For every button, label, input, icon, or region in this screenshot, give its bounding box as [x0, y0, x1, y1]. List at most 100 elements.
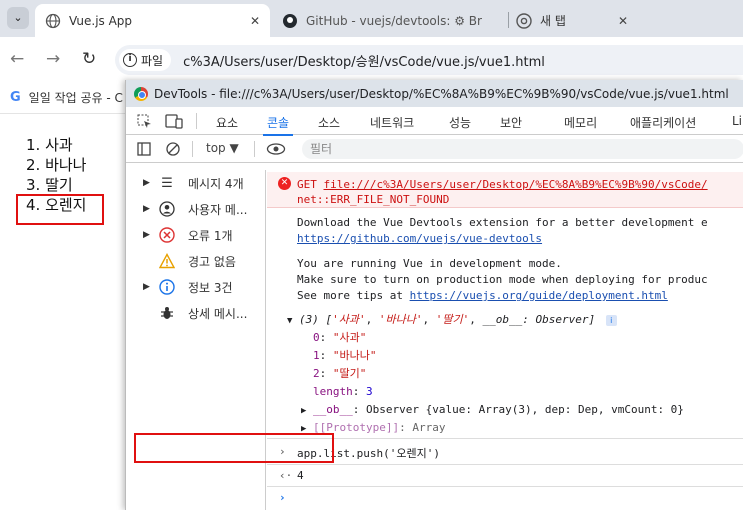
sidebar-toggle-icon[interactable] — [137, 142, 151, 156]
expand-arrow-icon: ▶ — [143, 204, 150, 214]
device-toolbar-icon[interactable] — [165, 114, 183, 129]
tab-new-tab[interactable]: 새 탭 ✕ — [510, 4, 630, 37]
sidebar-item-messages[interactable]: ▶ ☰ 메시지 4개 — [126, 172, 266, 194]
error-text: GET file:///c%3A/Users/user/Desktop/%EC%… — [297, 177, 708, 207]
sidebar-item-errors[interactable]: ▶ 오류 1개 — [126, 224, 266, 246]
expand-arrow-icon: ▶ — [143, 282, 150, 292]
tab-title: GitHub - vuejs/devtools: ⚙ Br — [306, 13, 482, 28]
array-item: '딸기' — [435, 313, 470, 326]
console-result: ‹· 4 — [267, 464, 743, 486]
tab-network[interactable]: 네트워크 — [370, 114, 414, 131]
tab-application[interactable]: 애플리케이션 — [630, 114, 696, 131]
message-text: Download the Vue Devtools extension for … — [297, 216, 708, 229]
chrome-logo-icon — [134, 86, 148, 101]
console-command: › app.list.push('오렌지') — [267, 438, 743, 464]
bookmark-item[interactable]: 일일 작업 공유 - C — [29, 89, 123, 106]
google-icon: G — [10, 90, 21, 105]
list-item: 2. 바나나 — [26, 156, 87, 174]
address-bar[interactable]: i 파일 c%3A/Users/user/Desktop/승원/vsCode/v… — [115, 45, 743, 75]
tab-security[interactable]: 보안 — [500, 114, 522, 131]
tab-vue-app[interactable]: Vue.js App ✕ — [35, 4, 270, 37]
console-message: You are running Vue in development mode.… — [297, 256, 708, 304]
array-suffix: : Observer] — [522, 313, 596, 326]
devtools-title: DevTools - file:///c%3A/Users/user/Deskt… — [154, 86, 729, 101]
entry-value: "바나나" — [332, 349, 377, 362]
collapse-arrow-icon: ▼ — [287, 316, 293, 326]
console-error-message: ✕ GET file:///c%3A/Users/user/Desktop/%E… — [267, 172, 743, 208]
tab-strip: ⌄ Vue.js App ✕ GitHub - vuejs/devtools: … — [0, 0, 743, 37]
tab-divider — [508, 12, 509, 28]
github-icon — [283, 13, 297, 28]
chip-label: 파일 — [141, 53, 164, 68]
error-url-link[interactable]: file:///c%3A/Users/user/Desktop/%EC%8A%B… — [324, 178, 708, 191]
console-input[interactable]: › — [267, 486, 743, 510]
entry-value: Observer {value: Array(3), dep: Dep, vmC… — [366, 403, 684, 416]
array-length: length: 3 — [313, 385, 373, 398]
array-entry: 1: "바나나" — [313, 349, 377, 362]
back-icon[interactable]: ← — [10, 49, 24, 69]
context-label: top — [206, 141, 226, 155]
sidebar-label: 상세 메시... — [188, 306, 248, 321]
tab-memory[interactable]: 메모리 — [564, 114, 597, 131]
inspect-element-icon[interactable] — [137, 114, 152, 129]
sidebar-item-info[interactable]: ▶ 정보 3건 — [126, 276, 266, 298]
tab-github[interactable]: GitHub - vuejs/devtools: ⚙ Br — [276, 4, 506, 37]
sidebar-item-user-messages[interactable]: ▶ 사용자 메... — [126, 198, 266, 220]
list-item: 3. 딸기 — [26, 176, 73, 194]
array-summary[interactable]: ▼ (3) ['사과', '바나나', '딸기', __ob__: Observ… — [287, 311, 617, 330]
console-output: ✕ GET file:///c%3A/Users/user/Desktop/%E… — [267, 170, 743, 510]
close-icon[interactable]: ✕ — [618, 14, 628, 28]
sidebar-label: 사용자 메... — [188, 202, 248, 217]
message-text: You are running Vue in development mode. — [297, 257, 562, 270]
tab-console[interactable]: 콘솔 — [262, 114, 294, 136]
sidebar-label: 메시지 4개 — [188, 176, 244, 191]
entry-value: "사과" — [332, 331, 367, 344]
error-method: GET — [297, 178, 317, 191]
screen: ⌄ Vue.js App ✕ GitHub - vuejs/devtools: … — [0, 0, 743, 510]
expand-arrow-icon: ▶ — [143, 178, 150, 188]
filter-input[interactable]: 필터 — [302, 139, 743, 159]
devtools-window: DevTools - file:///c%3A/Users/user/Deskt… — [125, 80, 743, 510]
expand-arrow-icon: ▶ — [301, 406, 307, 416]
ob-entry[interactable]: ▶ __ob__: Observer {value: Array(3), dep… — [301, 401, 684, 420]
tab-title: 새 탭 — [540, 14, 566, 28]
site-info-chip[interactable]: i 파일 — [119, 49, 172, 71]
tab-elements[interactable]: 요소 — [216, 114, 238, 131]
eye-icon[interactable] — [266, 143, 286, 155]
globe-icon — [45, 13, 61, 28]
highlight-box — [16, 194, 104, 225]
list-item: 1. 사과 — [26, 136, 73, 154]
close-icon[interactable]: ✕ — [250, 14, 260, 28]
array-prefix: (3) [ — [299, 313, 333, 326]
error-net: net::ERR_FILE_NOT_FOUND — [297, 193, 450, 206]
array-item: '사과' — [332, 313, 366, 326]
tab-sources[interactable]: 소스 — [318, 114, 340, 131]
highlight-box — [134, 433, 334, 463]
forward-icon[interactable]: → — [46, 49, 60, 69]
sidebar-item-verbose[interactable]: 상세 메시... — [126, 302, 266, 324]
error-icon: ✕ — [278, 177, 291, 190]
list-icon: ☰ — [161, 175, 173, 191]
entry-value: 3 — [366, 385, 373, 398]
info-badge-icon: i — [605, 315, 617, 326]
entry-key: 0 — [313, 331, 320, 344]
tab-performance[interactable]: 성능 — [449, 114, 471, 131]
sidebar-item-warnings[interactable]: 경고 없음 — [126, 250, 266, 272]
devtools-titlebar: DevTools - file:///c%3A/Users/user/Deskt… — [126, 80, 743, 107]
clear-console-icon[interactable] — [166, 142, 180, 156]
sidebar-label: 오류 1개 — [188, 228, 233, 243]
dropdown-icon: ▼ — [229, 141, 239, 155]
sidebar-label: 경고 없음 — [188, 254, 236, 269]
context-selector[interactable]: top ▼ — [206, 141, 239, 155]
tab-lighthouse[interactable]: Li — [732, 114, 742, 128]
devtools-link[interactable]: https://github.com/vuejs/vue-devtools — [297, 232, 542, 245]
divider — [254, 141, 255, 157]
sidebar-label: 정보 3건 — [188, 280, 233, 295]
warning-icon — [159, 253, 175, 269]
result-value: 4 — [297, 469, 304, 482]
divider — [192, 141, 193, 157]
tab-search-button[interactable]: ⌄ — [7, 7, 29, 29]
deployment-link[interactable]: https://vuejs.org/guide/deployment.html — [410, 289, 668, 302]
reload-icon[interactable]: ↻ — [82, 49, 96, 69]
entry-key: length — [313, 385, 353, 398]
